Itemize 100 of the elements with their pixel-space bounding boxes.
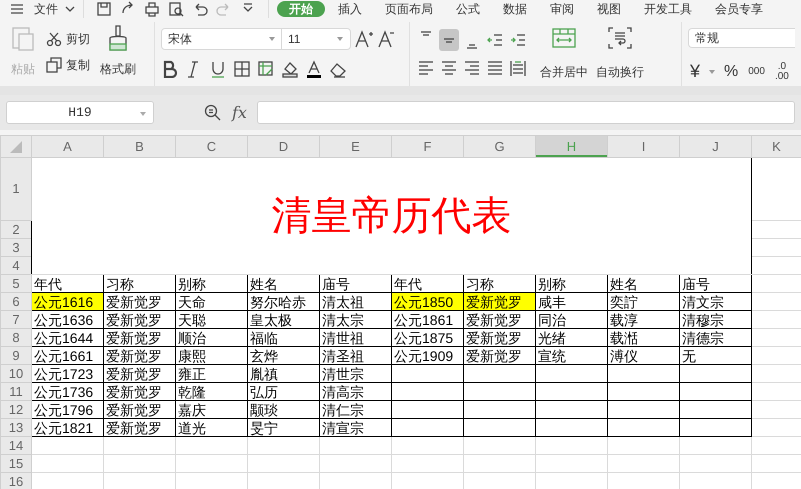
caret-icon[interactable] [65, 5, 75, 13]
align-justify-icon [487, 61, 503, 75]
number-format-dropdown[interactable]: 常规 [688, 28, 795, 48]
table-cell: 公元1661 [32, 346, 104, 364]
copy-button[interactable]: 复制 [44, 54, 92, 76]
table-cell: 皇太极 [248, 310, 320, 328]
row-header[interactable]: 2 [0, 220, 32, 238]
table-cell: 别称 [176, 274, 248, 292]
row-header[interactable]: 15 [0, 454, 32, 472]
row-header[interactable]: 9 [0, 346, 32, 364]
table-cell: 清太祖 [320, 292, 392, 310]
table-cell: 无 [680, 346, 752, 364]
table-cell: 清高宗 [320, 382, 392, 400]
fill-color-icon[interactable] [281, 60, 299, 78]
ribbon-tab[interactable]: 数据 [493, 1, 537, 17]
thousands-button[interactable]: 000 [746, 62, 767, 81]
bold-icon[interactable] [161, 60, 179, 78]
column-header[interactable]: A [32, 136, 104, 158]
table-cell: 爱新觉罗 [104, 346, 176, 364]
column-header[interactable]: D [248, 136, 320, 158]
column-header[interactable]: C [176, 136, 248, 158]
row-header[interactable]: 14 [0, 436, 32, 454]
caret-icon [336, 36, 344, 42]
align-middle-button[interactable] [439, 29, 459, 51]
table-cell: 弘历 [248, 382, 320, 400]
table-cell: 天聪 [176, 310, 248, 328]
table-cell: 爱新觉罗 [464, 346, 536, 364]
table-cell: 姓名 [608, 274, 680, 292]
preview-icon[interactable] [168, 1, 184, 17]
table-cell: 乾隆 [176, 382, 248, 400]
row-header[interactable]: 3 [0, 238, 32, 256]
row-header[interactable]: 10 [0, 364, 32, 382]
row-header[interactable]: 12 [0, 400, 32, 418]
currency-button[interactable]: ¥ [688, 56, 702, 87]
column-header[interactable]: E [320, 136, 392, 158]
ribbon-tab[interactable]: 会员专享 [705, 1, 773, 17]
row-header[interactable]: 11 [0, 382, 32, 400]
column-header[interactable]: F [392, 136, 464, 158]
table-cell: 爱新觉罗 [104, 364, 176, 382]
table-cell: 爱新觉罗 [464, 292, 536, 310]
zoom-icon[interactable] [204, 104, 222, 122]
format-painter-button[interactable]: 格式刷 [96, 22, 140, 80]
decrease-font-icon[interactable] [377, 29, 395, 49]
ribbon-tab[interactable]: 开始 [277, 1, 325, 17]
name-box[interactable]: H19 [6, 101, 154, 124]
column-header[interactable]: B [104, 136, 176, 158]
increase-decimal-button[interactable]: .0 .00 [772, 60, 791, 84]
scissors-icon [46, 31, 62, 47]
align-outdent-icon [487, 32, 503, 48]
table-cell: 爱新觉罗 [104, 400, 176, 418]
print-icon[interactable] [144, 1, 160, 17]
table-cell: 清仁宗 [320, 400, 392, 418]
row-header[interactable]: 16 [0, 472, 32, 489]
table-cell: 庙号 [320, 274, 392, 292]
column-header[interactable]: J [680, 136, 752, 158]
row-header[interactable]: 4 [0, 256, 32, 274]
ribbon-tab[interactable]: 插入 [328, 1, 372, 17]
row-header[interactable]: 8 [0, 328, 32, 346]
menu-icon[interactable] [10, 3, 24, 15]
ribbon-tab[interactable]: 审阅 [540, 1, 584, 17]
ribbon-tab[interactable]: 开发工具 [634, 1, 702, 17]
table-cell: 清穆宗 [680, 310, 752, 328]
ribbon-tab[interactable]: 公式 [446, 1, 490, 17]
wrap-text-button[interactable]: 自动换行 [592, 25, 648, 83]
borders-icon[interactable] [233, 60, 251, 78]
insert-function-button[interactable]: fx [232, 100, 247, 124]
column-header[interactable]: K [752, 136, 801, 158]
table-cell: 公元1821 [32, 418, 104, 436]
font-color-icon[interactable] [305, 60, 323, 78]
table-cell: 爱新觉罗 [464, 328, 536, 346]
table-cell: 清德宗 [680, 328, 752, 346]
formula-input[interactable] [256, 101, 795, 124]
row-header[interactable]: 13 [0, 418, 32, 436]
percent-button[interactable]: % [722, 58, 740, 86]
file-menu[interactable]: 文件 [24, 1, 62, 17]
table-cell: 习称 [104, 274, 176, 292]
ribbon-tab[interactable]: 页面布局 [375, 1, 443, 17]
row-header[interactable]: 5 [0, 274, 32, 292]
caret-icon [708, 68, 716, 74]
table-cell: 爱新觉罗 [104, 310, 176, 328]
table-cell: 康熙 [176, 346, 248, 364]
row-header[interactable]: 1 [0, 158, 32, 220]
underline-icon[interactable] [209, 60, 227, 78]
cut-button[interactable]: 剪切 [44, 28, 92, 50]
font-size-dropdown[interactable]: 11 [281, 28, 351, 50]
merge-center-button[interactable]: 合并居中 [536, 25, 592, 83]
column-header[interactable]: I [608, 136, 680, 158]
cell-style-icon[interactable] [257, 60, 275, 78]
table-cell: 玄烨 [248, 346, 320, 364]
save-icon[interactable] [96, 1, 112, 17]
increase-font-icon[interactable] [354, 29, 374, 49]
row-header[interactable]: 7 [0, 310, 32, 328]
font-name-dropdown[interactable]: 宋体 [161, 28, 283, 50]
table-cell: 公元1723 [32, 364, 104, 382]
table-cell: 别称 [536, 274, 608, 292]
ribbon-tab[interactable]: 视图 [587, 1, 631, 17]
column-header[interactable]: G [464, 136, 536, 158]
row-header[interactable]: 6 [0, 292, 32, 310]
table-cell: 咸丰 [536, 292, 608, 310]
table-cell: 姓名 [248, 274, 320, 292]
